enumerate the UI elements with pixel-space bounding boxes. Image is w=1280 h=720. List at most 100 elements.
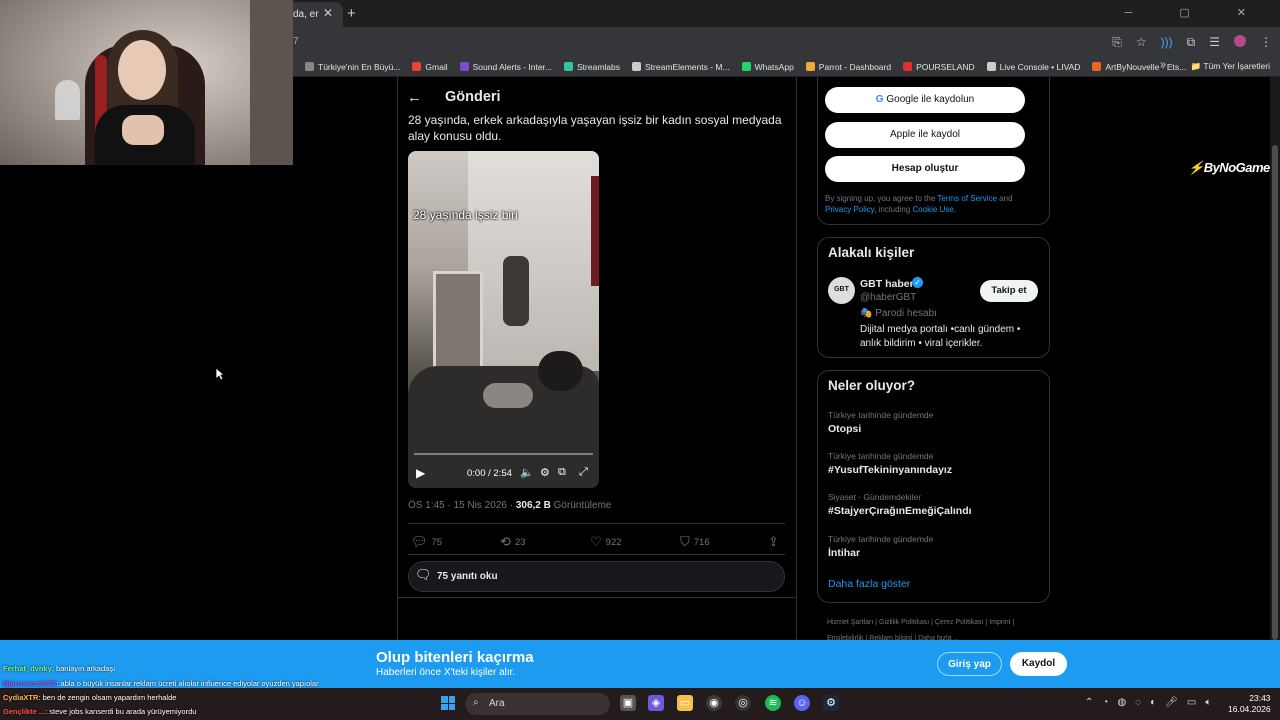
chevron-up-icon[interactable]: ⌃ xyxy=(1085,697,1093,708)
tray-app-icon[interactable]: ◐ xyxy=(1150,697,1156,708)
task-view-icon[interactable]: ▣ xyxy=(620,695,636,711)
fullscreen-icon[interactable]: ⤢ xyxy=(579,466,588,479)
volume-icon[interactable]: 🔈 xyxy=(520,466,534,479)
terms-period: . xyxy=(953,205,957,214)
chrome-icon[interactable]: ◉ xyxy=(706,695,722,711)
speaker-icon[interactable]: 🔈︎ xyxy=(1205,697,1211,708)
apple-signup-button[interactable]: Apple ile kaydol xyxy=(825,122,1025,148)
account-name[interactable]: GBT haber xyxy=(860,278,914,290)
back-arrow-icon[interactable]: ← xyxy=(407,89,422,106)
privacy-link[interactable]: Privacy Policy xyxy=(825,205,874,214)
profile-avatar-icon[interactable] xyxy=(1234,35,1246,47)
browser-tab[interactable]: da, er xyxy=(293,2,343,27)
tab-title: da, er xyxy=(293,9,319,20)
trend-item[interactable]: #StajyerÇırağınEmeğiÇalındı xyxy=(828,505,972,517)
chat-user: Bjarnsson1985 xyxy=(3,679,57,688)
show-more-link[interactable]: Daha fazla göster xyxy=(828,578,910,590)
tray-app-icon[interactable]: ◌ xyxy=(1135,697,1141,708)
bookmark-favicon-icon xyxy=(632,62,642,71)
reply-count: 75 xyxy=(431,536,443,548)
trend-item[interactable]: İntihar xyxy=(828,547,860,559)
follow-button[interactable]: Takip et xyxy=(980,280,1038,302)
bookmark-item[interactable]: Streamlabs xyxy=(564,62,620,72)
chat-text: : abla o büyük insanlar reklam ücreti al… xyxy=(56,679,319,688)
scrollbar-thumb[interactable] xyxy=(1272,145,1278,640)
microphone-icon[interactable]: 🎤︎ xyxy=(1165,697,1178,708)
star-icon[interactable]: ☆ xyxy=(1136,35,1147,50)
bookmark-item[interactable]: Parrot - Dashboard xyxy=(805,62,891,72)
new-tab-button[interactable]: + xyxy=(347,5,356,22)
tray-app-icon[interactable]: ◍ xyxy=(1117,697,1126,708)
reading-list-icon[interactable]: ☰ xyxy=(1209,35,1220,50)
search-icon: ⌕ xyxy=(473,697,479,708)
bookmark-item[interactable]: StreamElements - M... xyxy=(632,62,730,72)
install-icon[interactable]: ⎘ xyxy=(1112,35,1122,50)
windows-start-icon[interactable] xyxy=(441,696,455,710)
bookmark-item[interactable]: Türkiye'nin En Büyü... xyxy=(305,62,400,72)
menu-icon[interactable]: ⋮ xyxy=(1260,35,1272,50)
video-player[interactable] xyxy=(408,151,599,488)
bynogame-mark: ⚡ xyxy=(1188,160,1204,175)
chat-user: Ferhat_dvnky xyxy=(3,664,52,673)
bookmark-button[interactable]: ⛉ 716 xyxy=(680,534,710,550)
file-explorer-icon[interactable]: ▭ xyxy=(677,695,693,711)
bookmark-label: POURSELAND xyxy=(916,61,975,72)
picture-in-picture-icon[interactable]: ⧉ xyxy=(558,466,566,479)
bookmark-label: WhatsApp xyxy=(754,61,794,72)
register-button[interactable]: Kaydol xyxy=(1010,652,1067,676)
all-bookmarks-label: Tüm Yer İşaretleri xyxy=(1203,61,1270,71)
bookmark-item[interactable]: Sound Alerts - Inter... xyxy=(459,62,552,72)
bookmark-item[interactable]: WhatsApp xyxy=(741,61,794,72)
cookie-link[interactable]: Cookie Use xyxy=(912,205,953,214)
obs-icon[interactable]: ◎ xyxy=(735,695,751,711)
repost-button[interactable]: ⟲ 23 xyxy=(500,534,525,550)
terms-text: By signing up, you agree to the Terms of… xyxy=(825,193,1040,215)
bookmark-item[interactable]: Live Console • LIVAD xyxy=(986,62,1080,72)
video-progress-bar[interactable] xyxy=(414,453,593,455)
trend-item[interactable]: #YusufTekininyanındayız xyxy=(828,464,952,476)
google-signup-button[interactable]: G Google ile kaydolun xyxy=(825,87,1025,113)
copilot-icon[interactable]: ◈ xyxy=(648,695,664,711)
apple-signup-label: Apple ile kaydol xyxy=(889,129,961,140)
bookmark-favicon-icon xyxy=(1092,62,1102,71)
login-button[interactable]: Giriş yap xyxy=(937,652,1002,676)
clock-date: 16.04.2026 xyxy=(1228,704,1271,714)
more-bookmarks-icon[interactable]: » xyxy=(1160,59,1166,71)
trend-item[interactable]: Otopsi xyxy=(828,423,861,435)
create-account-button[interactable]: Hesap oluştur xyxy=(825,156,1025,182)
extension-audio-icon[interactable]: ))) xyxy=(1161,35,1173,50)
terms-link[interactable]: Terms of Service xyxy=(937,194,997,203)
bookmark-item[interactable]: Gmail xyxy=(412,62,448,72)
settings-gear-icon[interactable]: ⚙ xyxy=(540,466,550,479)
bookmark-item[interactable]: ArtByNouvelle - Ets... xyxy=(1092,62,1186,72)
network-icon[interactable]: ▭ xyxy=(1187,697,1196,708)
window-controls[interactable]: ─ ▢ ✕ xyxy=(1124,6,1268,19)
taskbar-search[interactable]: Ara xyxy=(465,693,610,715)
video-time: 0:00 / 2:54 xyxy=(467,468,512,479)
divider xyxy=(397,597,797,598)
all-bookmarks-folder[interactable]: 📁 Tüm Yer İşaretleri xyxy=(1191,61,1270,72)
tray-app-icon[interactable]: ◔ xyxy=(1102,697,1108,708)
taskbar-clock[interactable]: 23:43 16.04.2026 xyxy=(1228,693,1271,715)
view-count: 306,2 B xyxy=(515,500,551,511)
steam-icon[interactable]: ⚙ xyxy=(823,695,839,711)
read-replies-button[interactable]: 75 yanıtı oku xyxy=(408,561,785,592)
share-button[interactable]: ⇪ xyxy=(768,534,779,550)
heart-icon: ♡ xyxy=(590,534,602,549)
bookmark-item[interactable]: POURSELAND xyxy=(903,62,975,72)
tab-close-icon[interactable]: ✕ xyxy=(323,6,333,20)
account-handle[interactable]: @haberGBT xyxy=(860,292,916,303)
discord-icon[interactable]: ☺ xyxy=(794,695,810,711)
play-icon[interactable]: ▶ xyxy=(416,466,425,480)
avatar[interactable]: GBT xyxy=(828,277,855,304)
chat-text: : ben de zengin olsam yapardım herhalde xyxy=(38,693,177,702)
spotify-icon[interactable]: ≋ xyxy=(765,695,781,711)
like-button[interactable]: ♡ 922 xyxy=(590,534,622,550)
url-text[interactable]: 7 xyxy=(293,36,299,47)
trends-card xyxy=(817,370,1050,603)
clock-time: 23:43 xyxy=(1249,693,1271,703)
extensions-icon[interactable]: ⧉ xyxy=(1187,35,1196,50)
trend-context: Türkiye tarihinde gündemde xyxy=(828,410,934,420)
post-meta: ÖS 1:45 · 15 Nis 2026 · 306,2 B Görüntül… xyxy=(408,500,611,511)
reply-button[interactable]: 💬︎ 75 xyxy=(411,534,442,550)
